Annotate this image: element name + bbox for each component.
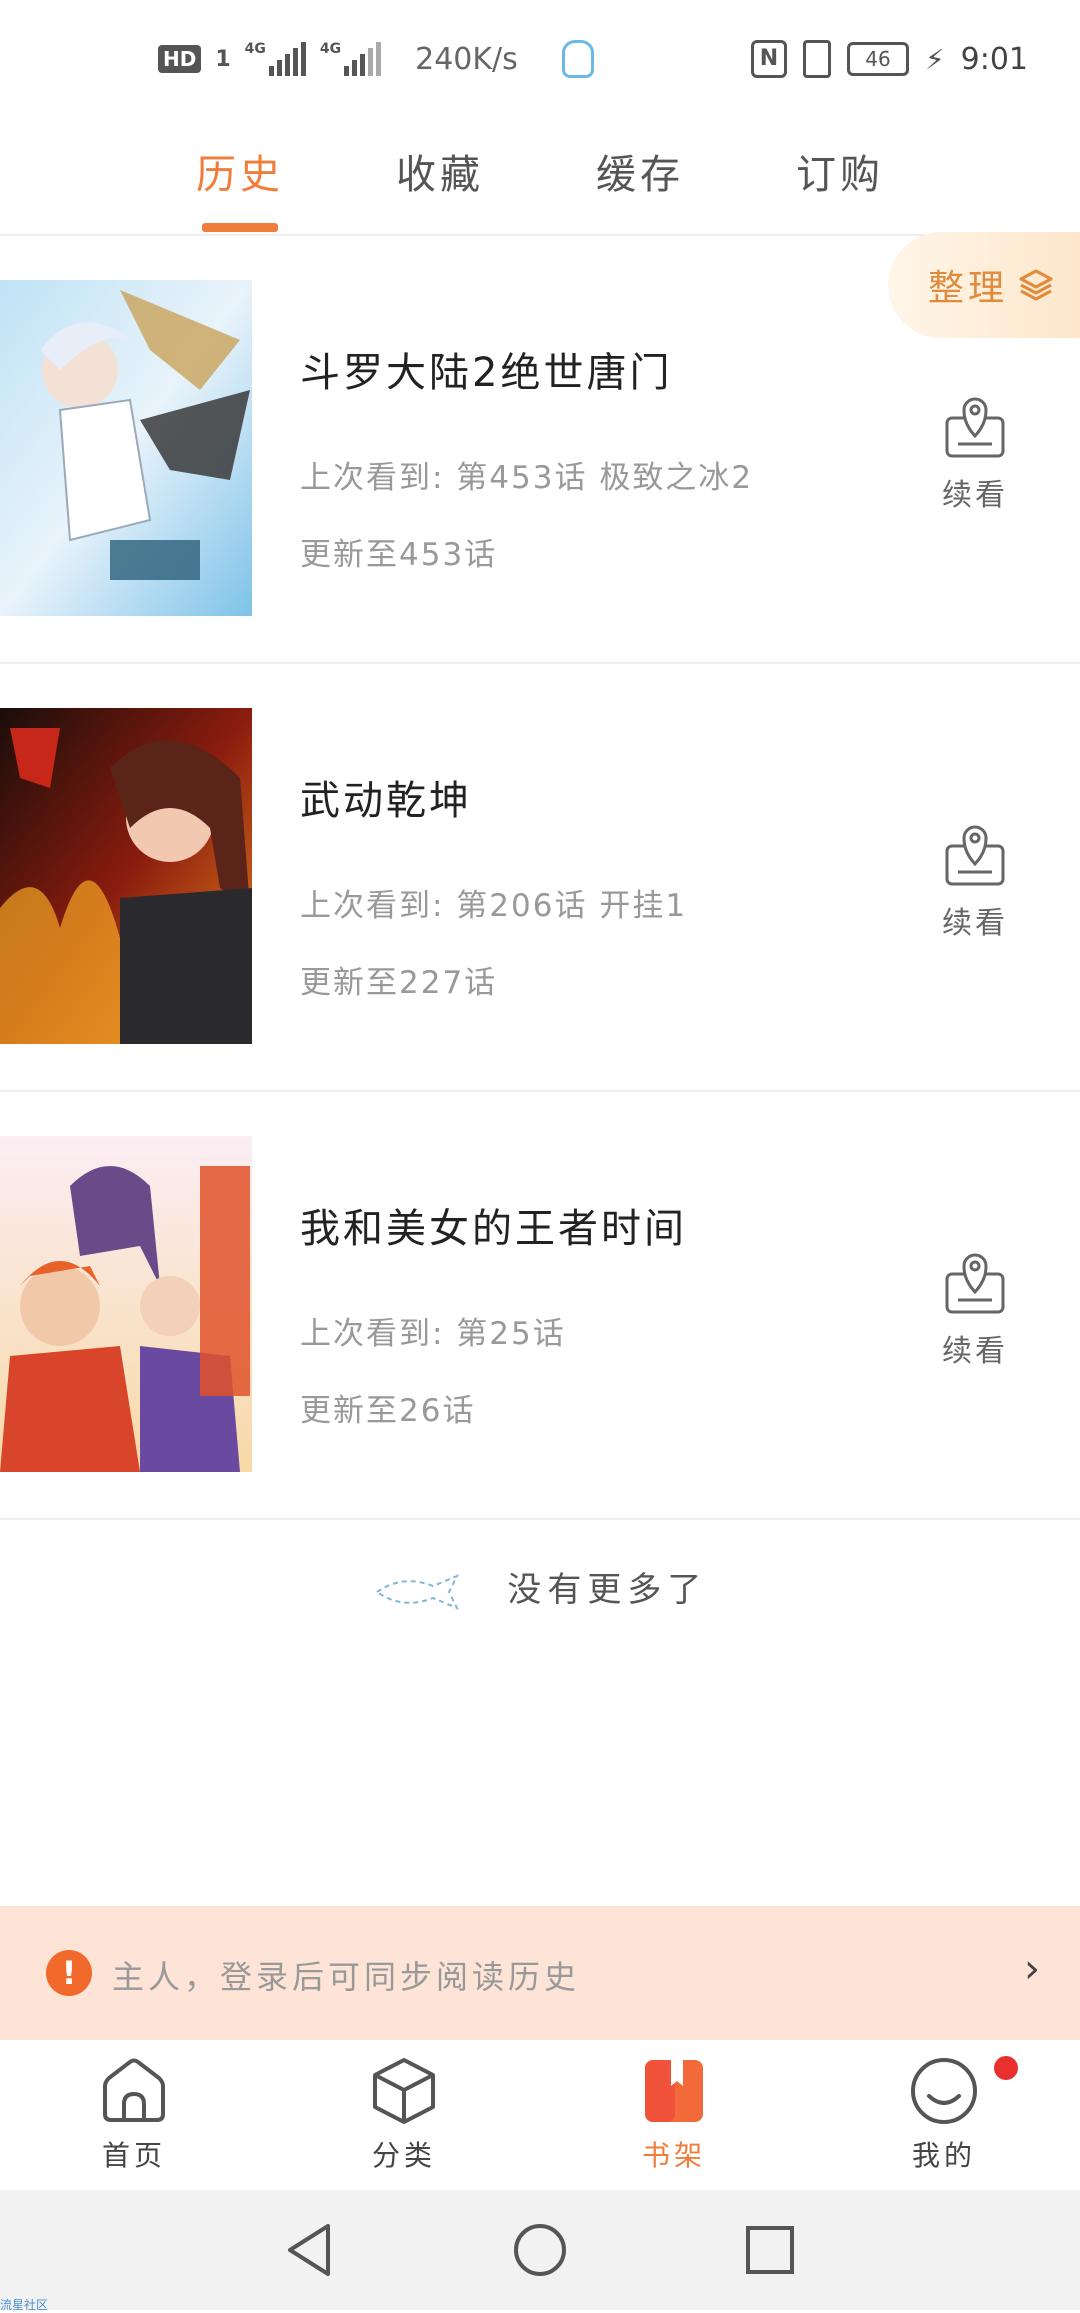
update-status: 更新至26话 [300,1393,476,1429]
tab-cache[interactable]: 缓存 [596,142,684,200]
profile-smile-icon [911,2058,977,2124]
nav-profile-label: 我的 [911,2139,976,2172]
nav-category-label: 分类 [371,2139,436,2172]
bottom-nav: 首页 分类 书架 我的 [0,2040,1080,2190]
warning-icon: ! [46,1950,92,1996]
charging-icon: ⚡ [924,42,945,76]
vibrate-icon [802,40,831,78]
status-bar: HD 1 4G 4G 240K/s N 46 ⚡ 9:01 [0,0,1080,120]
login-sync-banner[interactable]: ! 主人，登录后可同步阅读历史 › [0,1906,1080,2040]
signal-icon: 4G [320,42,382,76]
no-more-text: 没有更多了 [507,1570,708,1610]
nav-category[interactable]: 分类 [314,2056,494,2174]
nav-bookshelf-label: 书架 [641,2139,706,2172]
login-sync-message: 主人，登录后可同步阅读历史 [112,1958,581,1996]
location-pin-icon [945,397,1005,458]
comic-title: 我和美女的王者时间 [300,1206,687,1252]
home-icon [103,2058,165,2122]
comic-cover[interactable] [0,280,252,616]
back-icon[interactable] [282,2220,338,2280]
continue-reading-button[interactable]: 续看 [930,820,1020,942]
clock: 9:01 [960,41,1028,77]
tab-favorites[interactable]: 收藏 [396,142,484,200]
list-item[interactable]: 我和美女的王者时间 上次看到: 第25话 更新至26话 续看 [0,1090,1080,1520]
fish-icon [374,1573,459,1610]
continue-reading-button[interactable]: 续看 [930,1248,1020,1370]
location-pin-icon [945,825,1005,886]
tab-history[interactable]: 历史 [196,142,284,200]
last-read: 上次看到: 第206话 开挂1 [300,888,688,924]
active-tab-indicator [202,223,278,232]
tab-subscriptions[interactable]: 订购 [796,142,884,200]
hd-sub: 1 [215,46,231,72]
update-status: 更新至227话 [300,965,498,1001]
continue-label: 续看 [942,906,1008,941]
notification-badge [994,2056,1018,2080]
battery-icon: 46 [846,42,909,76]
network-speed: 240K/s [415,41,518,77]
list-item[interactable]: 武动乾坤 上次看到: 第206话 开挂1 更新至227话 续看 [0,662,1080,1092]
continue-reading-button[interactable]: 续看 [930,392,1020,514]
comic-title: 斗罗大陆2绝世唐门 [300,350,673,396]
nfc-icon: N [750,40,787,78]
continue-label: 续看 [942,478,1008,513]
comic-title: 武动乾坤 [300,778,472,824]
last-read: 上次看到: 第453话 极致之冰2 [300,460,754,496]
location-pin-icon [945,1253,1005,1314]
category-cube-icon [373,2058,435,2124]
last-read: 上次看到: 第25话 [300,1316,566,1352]
watermark: 流星社区 [0,2298,49,2312]
shelf-tabs: 历史 收藏 缓存 订购 [0,120,1080,236]
hd-icon: HD [158,45,202,73]
nav-bookshelf[interactable]: 书架 [584,2056,764,2174]
signal-icon: 4G [245,42,306,76]
nav-home[interactable]: 首页 [44,2056,224,2174]
continue-label: 续看 [942,1334,1008,1369]
chevron-right-icon: › [1024,1946,1040,1992]
comic-cover[interactable] [0,1136,252,1472]
qq-icon [561,40,594,78]
list-item[interactable]: 斗罗大陆2绝世唐门 上次看到: 第453话 极致之冰2 更新至453话 续看 [0,234,1080,664]
update-status: 更新至453话 [300,537,498,573]
home-circle-icon[interactable] [512,2220,568,2280]
nav-home-label: 首页 [101,2139,166,2172]
system-nav-bar [0,2190,1080,2310]
recents-icon[interactable] [742,2220,798,2280]
end-of-list: 没有更多了 [0,1562,1080,1612]
bookshelf-icon [645,2060,703,2122]
comic-cover[interactable] [0,708,252,1044]
